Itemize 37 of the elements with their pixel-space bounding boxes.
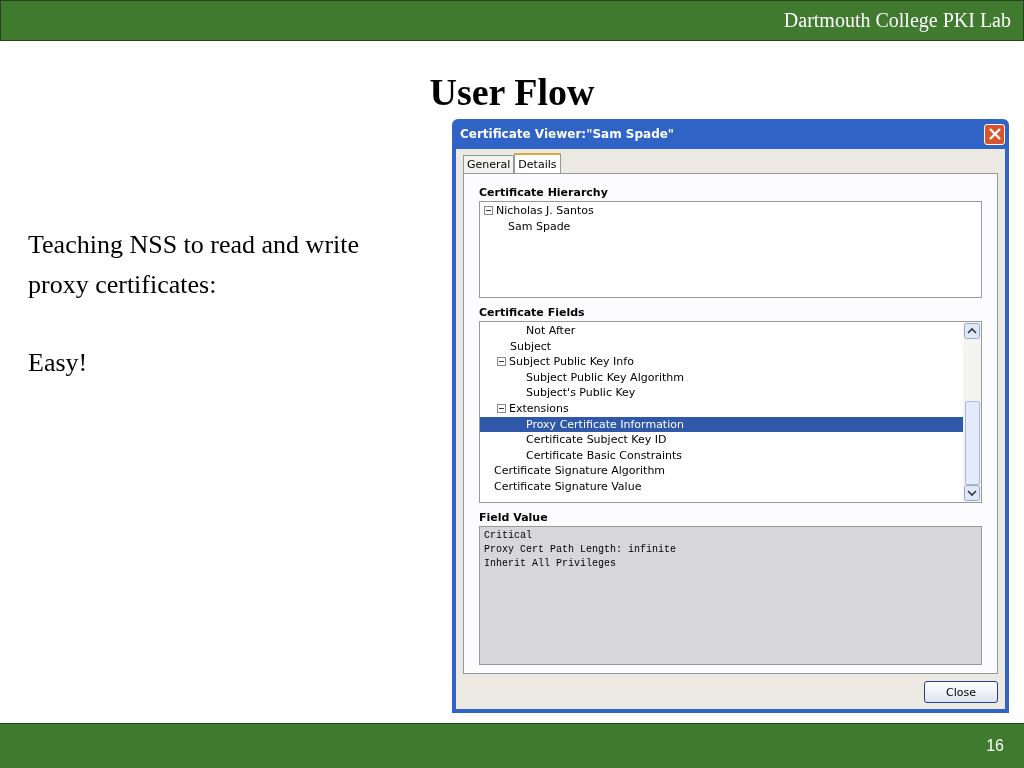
tree-item[interactable]: Sam Spade [480, 218, 981, 235]
collapse-icon [484, 206, 493, 216]
page-number: 16 [986, 737, 1004, 755]
tree-item[interactable]: Subject Public Key Info [480, 354, 963, 370]
field-value-line: Proxy Cert Path Length: infinite [484, 543, 678, 557]
tree-item[interactable]: Subject [480, 338, 963, 355]
slide-title: User Flow [428, 70, 596, 115]
tree-item[interactable]: Proxy Certificate Information [480, 416, 963, 433]
section-heading: Certificate Fields [479, 305, 586, 321]
tab[interactable]: General [463, 155, 515, 173]
close-button[interactable] [984, 123, 1005, 145]
field-value-line: Critical [484, 529, 533, 543]
header-title: Dartmouth College PKI Lab [783, 9, 1011, 32]
collapse-icon [497, 404, 506, 414]
tree-item[interactable]: Certificate Signature Value [480, 478, 963, 495]
tree-item[interactable]: Extensions [480, 400, 963, 417]
section-heading: Field Value [479, 510, 549, 526]
window-title: Certificate Viewer:"Sam Spade" [460, 127, 675, 141]
close-icon [988, 128, 1001, 140]
section-heading: Certificate Hierarchy [479, 185, 609, 201]
field-value-line: Inherit All Privileges [484, 557, 618, 571]
tree-item[interactable]: Certificate Signature Algorithm [480, 463, 963, 479]
body-text: Teaching NSS to read and write proxy certificates: [28, 229, 361, 301]
tree-item[interactable]: Certificate Subject Key ID [480, 432, 963, 448]
tree-item[interactable]: Certificate Basic Constraints [480, 447, 963, 464]
tree-item[interactable]: Nicholas J. Santos [480, 203, 981, 219]
close-button[interactable]: Close [924, 681, 998, 703]
tree-item[interactable]: Subject Public Key Algorithm [480, 369, 963, 386]
collapse-icon [497, 357, 506, 367]
scrollbar[interactable] [963, 322, 981, 502]
tree-item[interactable]: Not After [480, 323, 963, 339]
scroll-thumb[interactable] [964, 401, 980, 485]
scroll-up-icon[interactable] [964, 323, 980, 339]
tree-item[interactable]: Subject's Public Key [480, 385, 963, 401]
tab[interactable]: Details [514, 153, 561, 173]
body-text: Easy! [28, 347, 89, 379]
scroll-down-icon[interactable] [964, 485, 980, 501]
